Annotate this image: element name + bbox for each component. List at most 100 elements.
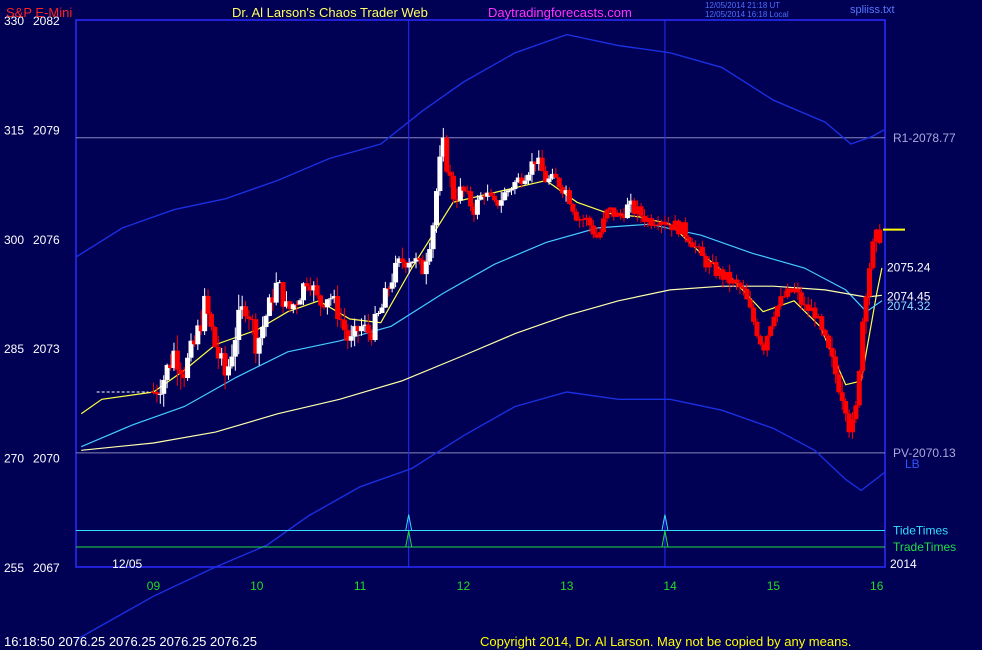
candle-body [798,292,804,305]
quote-line: 16:18:50 2076.25 2076.25 2076.25 2076.25 [4,634,258,649]
x-tick-10: 10 [250,579,264,593]
chart: 255 2067270 2070285 2073300 2076315 2079330 20… [4,14,956,641]
candle-body [212,326,218,347]
candle-body [416,258,422,260]
year-label: 2014 [890,557,917,571]
candle-body [474,199,480,215]
candle-body [379,307,385,313]
y-tick-2079: 2079 [33,123,60,137]
candle-body [744,288,750,300]
candle-body [740,287,746,289]
candle-body [829,347,835,357]
candle-body [826,335,832,348]
candle-body [324,299,330,308]
candle-body [236,309,242,341]
candle-body [546,178,552,183]
candle-body [764,335,770,351]
candle-body [433,191,439,226]
candle-body [423,261,429,275]
candle-body [297,300,303,305]
candle-body [382,288,388,308]
candle-body [734,279,740,283]
y-tick-alt-300: 300 [4,233,24,247]
x-tick-11: 11 [354,579,367,593]
candle-body [304,283,310,287]
candle-body [597,232,603,238]
candle-body [410,261,416,263]
series-ema_fast [80,179,883,415]
candle-body [618,212,624,215]
candle-body [226,366,232,376]
candle-body [860,321,866,371]
candle-body [399,258,405,263]
candle-body [624,204,630,219]
candle-body [491,195,497,201]
y-tick-2073: 2073 [33,342,60,356]
candle-body [372,313,378,340]
candle-body [655,224,661,226]
candle-body [393,262,399,283]
series-upper_band [75,33,886,258]
candle-body [522,180,528,184]
candle-body [263,315,269,328]
candle-body [863,296,869,322]
candle-body [260,327,266,339]
candle-body [256,338,262,354]
candle-body [505,190,511,193]
candle-body [335,296,341,320]
local-time: 12/05/2014 16:18 Local [705,10,789,19]
candle-body [498,200,504,206]
candle-body [877,229,883,243]
candle-body [849,419,855,433]
candle-body [856,370,862,406]
price-tag-0: 2075.24 [887,261,931,275]
date-label: 12/05 [112,557,142,571]
candle-body [365,324,371,334]
candle-body [853,405,859,420]
data-file: spliiss.txt [850,4,895,16]
candle-body [768,326,774,336]
candle-body [178,369,184,374]
x-tick-13: 13 [560,579,574,593]
symbol-label: S&P E-Mini [6,5,73,20]
candle-body [682,222,688,238]
candle-body [376,312,382,314]
candle-body [461,186,467,191]
site-link[interactable]: Daytradingforecasts.com [488,5,632,20]
y-tick-alt-255: 255 [4,561,24,575]
y-tick-2076: 2076 [33,233,60,247]
x-tick-09: 09 [147,579,161,593]
candle-body [205,295,211,314]
candle-body [246,316,252,320]
y-tick-alt-270: 270 [4,452,24,466]
chart-title: Dr. Al Larson's Chaos Trader Web [232,5,428,20]
y-tick-2070: 2070 [33,452,60,466]
candle-body [737,282,743,288]
candle-body [867,268,873,297]
candle-body [751,307,757,322]
candle-body [512,182,518,190]
candle-body [451,175,457,200]
candle-body [601,218,607,233]
candle-body [444,137,450,172]
right-labels: TideTimes TradeTimes R1-2078.77 PV-2070.13L… [883,131,956,554]
candle-body [638,206,644,216]
candles [150,127,883,439]
candle-body [566,190,572,205]
plot-frame [75,19,886,568]
price-tag-2: 2074.32 [887,299,931,313]
candle-body [587,217,593,226]
candle-body [406,262,412,268]
candle-body [314,285,320,296]
candle-body [832,356,838,375]
candle-body [174,350,180,370]
y-tick-alt-285: 285 [4,342,24,356]
candle-body [747,299,753,308]
candle-body [526,174,532,181]
candle-body [686,237,692,243]
time-verticals [408,20,666,567]
candle-body [348,336,354,341]
candle-body [556,177,562,188]
timing-label-tidetimes: TideTimes [893,524,948,538]
band-label: LB [905,457,920,471]
